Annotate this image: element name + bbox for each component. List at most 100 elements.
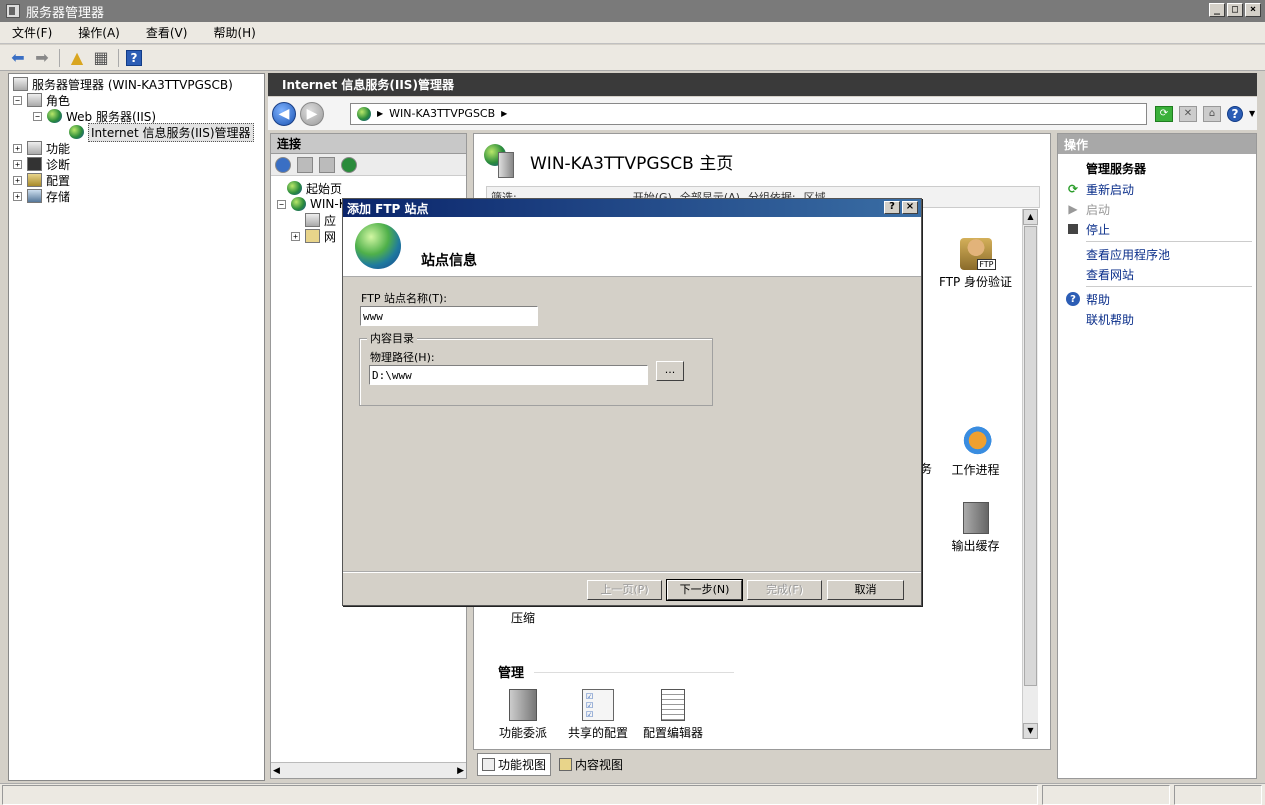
server-home-icon xyxy=(484,144,518,178)
collapse-icon[interactable]: − xyxy=(13,95,22,105)
browse-button[interactable]: ... xyxy=(656,361,684,381)
menu-view[interactable]: 查看(V) xyxy=(142,22,192,43)
scroll-up-icon[interactable]: ▲ xyxy=(1023,209,1038,225)
section-divider xyxy=(534,672,734,673)
tree-item-storage[interactable]: + 存储 xyxy=(13,188,260,204)
dialog-step-title: 站点信息 xyxy=(421,253,477,269)
action-label: 重新启动 xyxy=(1086,182,1135,197)
tree-item-features[interactable]: + 功能 xyxy=(13,140,260,156)
forward-arrow-icon[interactable]: ➡ xyxy=(32,48,52,68)
scroll-thumb[interactable] xyxy=(1024,226,1037,686)
storage-icon xyxy=(27,189,42,203)
refresh-icon[interactable]: ⟳ xyxy=(1155,105,1173,122)
action-restart[interactable]: ⟳ 重新启动 xyxy=(1058,179,1256,199)
dialog-help-button[interactable]: ? xyxy=(884,201,900,214)
stop-icon[interactable]: ✕ xyxy=(1179,105,1197,122)
minimize-button[interactable]: _ xyxy=(1209,3,1225,17)
home-header: WIN-KA3TTVPGSCB 主页 xyxy=(484,144,733,178)
address-server[interactable]: WIN-KA3TTVPGSCB xyxy=(389,107,495,120)
previous-button[interactable]: 上一页(P) xyxy=(587,580,662,600)
up-icon[interactable] xyxy=(319,156,335,173)
save-icon[interactable] xyxy=(297,156,313,173)
tab-features-view[interactable]: 功能视图 xyxy=(477,753,552,776)
tree-item-config[interactable]: + 配置 xyxy=(13,172,260,188)
dialog-close-button[interactable]: × xyxy=(902,201,918,214)
view-tabs: 功能视图 内容视图 xyxy=(477,753,627,776)
menu-file[interactable]: 文件(F) xyxy=(8,22,56,43)
up-folder-icon[interactable]: ▲ xyxy=(67,48,87,68)
start-page-icon xyxy=(287,181,302,195)
address-bar[interactable]: ▶ WIN-KA3TTVPGSCB ▶ xyxy=(350,102,1147,125)
help-icon: ? xyxy=(1066,292,1080,306)
action-view-sites[interactable]: 查看网站 xyxy=(1058,264,1256,284)
scroll-left-icon[interactable]: ◀ xyxy=(273,766,280,776)
menu-action[interactable]: 操作(A) xyxy=(74,22,124,43)
action-view-app-pools[interactable]: 查看应用程序池 xyxy=(1058,244,1256,264)
chevron-down-icon[interactable]: ▼ xyxy=(1249,109,1255,118)
physical-path-input[interactable]: D:\www xyxy=(369,365,648,385)
back-icon[interactable]: ◀ xyxy=(272,101,296,126)
tree-item-roles[interactable]: − 角色 xyxy=(13,92,260,108)
tree-label-iis-manager: Internet 信息服务(IIS)管理器 xyxy=(88,122,254,142)
menu-help[interactable]: 帮助(H) xyxy=(209,22,259,43)
expand-icon[interactable]: + xyxy=(13,191,22,201)
show-hide-tree-icon[interactable]: ▦ xyxy=(91,48,111,68)
finish-button[interactable]: 完成(F) xyxy=(747,580,822,600)
action-label: 启动 xyxy=(1086,202,1111,217)
expand-icon[interactable]: + xyxy=(13,175,22,185)
action-help[interactable]: ? 帮助 xyxy=(1058,289,1256,309)
cancel-button[interactable]: 取消 xyxy=(827,580,904,600)
worker-process-icon xyxy=(959,426,992,458)
expand-icon[interactable]: + xyxy=(291,231,300,241)
help-icon[interactable]: ? xyxy=(126,49,142,66)
tree-item-diagnostics[interactable]: + 诊断 xyxy=(13,156,260,172)
collapse-icon[interactable]: − xyxy=(33,111,42,121)
scroll-right-icon[interactable]: ▶ xyxy=(457,766,464,776)
feature-compression[interactable]: 压缩 xyxy=(488,609,558,626)
action-stop[interactable]: 停止 xyxy=(1058,219,1256,239)
feature-shared-config[interactable]: 共享的配置 xyxy=(562,689,634,741)
restart-icon: ⟳ xyxy=(1067,182,1079,196)
maximize-button[interactable]: □ xyxy=(1227,3,1243,17)
action-start[interactable]: ▶ 启动 xyxy=(1058,199,1256,219)
action-online-help[interactable]: 联机帮助 xyxy=(1058,309,1256,329)
actions-separator xyxy=(1086,241,1252,242)
tree-item-root[interactable]: 服务器管理器 (WIN-KA3TTVPGSCB) xyxy=(13,76,260,92)
feature-delegation[interactable]: 功能委派 xyxy=(488,689,558,741)
dialog-header: 站点信息 xyxy=(343,217,921,277)
site-name-input[interactable]: www xyxy=(360,306,538,326)
help-icon[interactable]: ? xyxy=(1227,105,1243,122)
feature-config-editor[interactable]: 配置编辑器 xyxy=(637,689,709,741)
tab-content-view[interactable]: 内容视图 xyxy=(555,753,627,776)
connections-scrollbar[interactable]: ◀ ▶ xyxy=(271,762,466,778)
globe-icon xyxy=(355,223,401,269)
server-manager-tree: 服务器管理器 (WIN-KA3TTVPGSCB) − 角色 − Web 服务器(… xyxy=(8,73,265,781)
feature-label: 功能委派 xyxy=(498,726,547,740)
feature-worker-processes[interactable]: 工作进程 xyxy=(938,426,1013,478)
next-button[interactable]: 下一步(N) xyxy=(666,579,743,601)
tree-item-iis-manager[interactable]: Internet 信息服务(IIS)管理器 xyxy=(13,122,260,142)
ftp-auth-icon xyxy=(959,238,996,270)
connect-icon[interactable] xyxy=(275,156,291,173)
forward-icon[interactable]: ▶ xyxy=(300,101,324,126)
server-globe-icon xyxy=(291,197,306,211)
action-label: 帮助 xyxy=(1086,292,1111,307)
collapse-icon[interactable]: − xyxy=(277,199,286,209)
server-globe-icon xyxy=(357,106,371,121)
home-icon[interactable]: ⌂ xyxy=(1203,105,1221,122)
feature-output-cache[interactable]: 输出缓存 xyxy=(938,502,1013,554)
feature-ftp-auth[interactable]: FTP 身份验证 xyxy=(938,238,1013,290)
home-scrollbar[interactable]: ▲ ▼ xyxy=(1022,209,1038,739)
feature-label: FTP 身份验证 xyxy=(938,275,1013,289)
back-arrow-icon[interactable]: ⬅ xyxy=(8,48,28,68)
actions-manage-server: 管理服务器 xyxy=(1086,162,1147,176)
tree-label-features: 功能 xyxy=(46,141,71,156)
disconnect-icon[interactable] xyxy=(341,156,357,173)
scroll-down-icon[interactable]: ▼ xyxy=(1023,723,1038,739)
expand-icon[interactable]: + xyxy=(13,143,22,153)
expand-icon[interactable]: + xyxy=(13,159,22,169)
config-editor-icon xyxy=(661,689,685,721)
conn-item-start-page[interactable]: 起始页 xyxy=(277,180,460,196)
close-button[interactable]: × xyxy=(1245,3,1261,17)
section-management: 管理 xyxy=(498,666,525,681)
